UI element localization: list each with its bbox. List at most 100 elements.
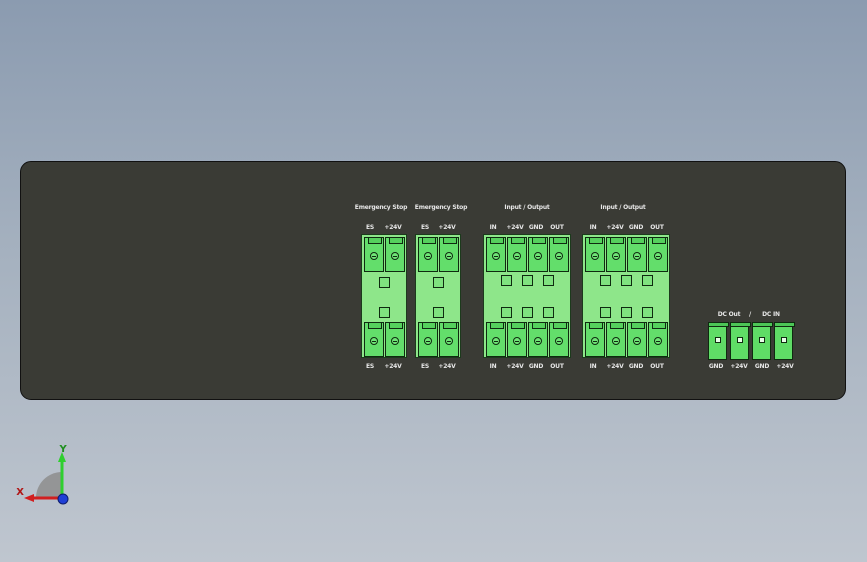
terminal[interactable] xyxy=(418,237,438,272)
terminal[interactable] xyxy=(439,237,459,272)
screw-icon xyxy=(424,252,432,260)
latch-square xyxy=(433,277,444,288)
pin-label: ES xyxy=(420,363,430,370)
emergency-stop-1-title: Emergency Stop xyxy=(354,204,408,211)
terminal[interactable] xyxy=(418,322,438,357)
pin-hole-icon xyxy=(715,337,721,343)
terminal[interactable] xyxy=(528,322,548,357)
dc-terminal[interactable] xyxy=(708,322,729,360)
pin-label: IN xyxy=(489,363,497,370)
screw-icon xyxy=(445,252,453,260)
terminal[interactable] xyxy=(486,322,506,357)
terminal[interactable] xyxy=(606,237,626,272)
terminal[interactable] xyxy=(648,322,668,357)
emergency-stop-2-connector[interactable] xyxy=(415,234,461,358)
pin-hole-icon xyxy=(737,337,743,343)
screw-icon xyxy=(492,337,500,345)
pin-label: OUT xyxy=(650,224,664,231)
screw-icon xyxy=(513,252,521,260)
terminal[interactable] xyxy=(549,322,569,357)
screw-icon xyxy=(534,337,542,345)
pin-label: IN xyxy=(489,224,497,231)
pin-label: GND xyxy=(528,224,544,231)
terminal[interactable] xyxy=(528,237,548,272)
io-1-title: Input / Output xyxy=(504,204,550,211)
terminal[interactable] xyxy=(549,237,569,272)
terminal[interactable] xyxy=(648,237,668,272)
latch-square xyxy=(621,307,632,318)
screw-icon xyxy=(391,337,399,345)
pin-label: GND xyxy=(754,363,770,370)
pin-label: ES xyxy=(420,224,430,231)
screw-icon xyxy=(633,337,641,345)
emergency-stop-1-connector[interactable] xyxy=(361,234,407,358)
screw-icon xyxy=(492,252,500,260)
dc-terminal[interactable] xyxy=(730,322,751,360)
y-axis-label: Y xyxy=(59,444,67,455)
screw-icon xyxy=(555,252,563,260)
terminal[interactable] xyxy=(385,322,405,357)
screw-icon xyxy=(513,337,521,345)
latch-square xyxy=(433,307,444,318)
terminal[interactable] xyxy=(364,322,384,357)
latch-square xyxy=(642,307,653,318)
pin-label: OUT xyxy=(650,363,664,370)
dc-out-label: DC Out xyxy=(717,311,741,318)
screw-icon xyxy=(391,252,399,260)
dc-in-label: DC IN xyxy=(762,311,780,318)
terminal[interactable] xyxy=(606,322,626,357)
screw-icon xyxy=(612,252,620,260)
io-2-connector[interactable] xyxy=(582,234,670,358)
screw-icon xyxy=(591,337,599,345)
pin-label: +24V xyxy=(384,224,402,231)
screw-icon xyxy=(424,337,432,345)
io-1-connector[interactable] xyxy=(483,234,571,358)
terminal[interactable] xyxy=(627,322,647,357)
emergency-stop-2-title: Emergency Stop xyxy=(414,204,468,211)
pin-label: +24V xyxy=(438,224,456,231)
screw-icon xyxy=(534,252,542,260)
screw-icon xyxy=(445,337,453,345)
latch-square xyxy=(522,307,533,318)
pin-hole-icon xyxy=(781,337,787,343)
screw-icon xyxy=(654,252,662,260)
terminal[interactable] xyxy=(585,322,605,357)
terminal[interactable] xyxy=(486,237,506,272)
pin-label: +24V xyxy=(776,363,794,370)
pin-label: GND xyxy=(628,363,644,370)
pin-label: +24V xyxy=(506,224,524,231)
terminal[interactable] xyxy=(507,237,527,272)
terminal[interactable] xyxy=(627,237,647,272)
latch-square xyxy=(501,275,512,286)
dc-terminal[interactable] xyxy=(774,322,795,360)
screw-icon xyxy=(370,337,378,345)
latch-square xyxy=(600,307,611,318)
screw-icon xyxy=(612,337,620,345)
pin-label: +24V xyxy=(730,363,748,370)
pin-label: GND xyxy=(708,363,724,370)
x-axis-label: X xyxy=(16,487,24,498)
latch-square xyxy=(522,275,533,286)
terminal[interactable] xyxy=(385,237,405,272)
latch-square xyxy=(543,307,554,318)
terminal[interactable] xyxy=(585,237,605,272)
pin-label: OUT xyxy=(550,224,564,231)
axis-triad[interactable]: Y X xyxy=(14,440,74,510)
pin-label: OUT xyxy=(550,363,564,370)
terminal[interactable] xyxy=(507,322,527,357)
pin-label: GND xyxy=(528,363,544,370)
latch-square xyxy=(379,277,390,288)
dc-terminal[interactable] xyxy=(752,322,773,360)
screw-icon xyxy=(555,337,563,345)
screw-icon xyxy=(633,252,641,260)
latch-square xyxy=(379,307,390,318)
pin-label: +24V xyxy=(506,363,524,370)
pin-label: IN xyxy=(589,363,597,370)
terminal[interactable] xyxy=(364,237,384,272)
screw-icon xyxy=(654,337,662,345)
terminal[interactable] xyxy=(439,322,459,357)
dc-separator: / xyxy=(749,311,751,318)
pin-hole-icon xyxy=(759,337,765,343)
pin-label: +24V xyxy=(606,224,624,231)
screw-icon xyxy=(591,252,599,260)
